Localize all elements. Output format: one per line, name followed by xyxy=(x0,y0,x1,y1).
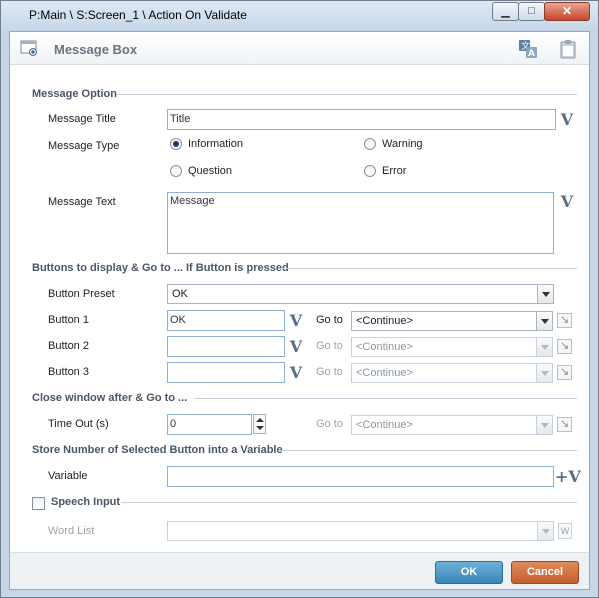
radio-question[interactable] xyxy=(170,165,182,177)
translate-icon[interactable]: 文 A xyxy=(518,39,538,59)
variable-input[interactable] xyxy=(167,466,554,487)
word-list-edit-button[interactable]: W xyxy=(558,523,572,539)
button-1-goto-select[interactable]: <Continue> xyxy=(351,311,553,331)
section-close-window: Close window after & Go to ... xyxy=(32,392,577,406)
section-buttons: Buttons to display & Go to ... If Button… xyxy=(32,262,577,276)
title-variable-button[interactable]: V xyxy=(558,111,576,129)
button-1-goto-value: <Continue> xyxy=(356,315,413,327)
timeout-spinner[interactable] xyxy=(253,414,266,434)
button-preset-value: OK xyxy=(172,288,188,300)
variable-label: Variable xyxy=(48,470,88,482)
ok-button[interactable]: OK xyxy=(435,561,503,584)
dialog-footer: OK Cancel xyxy=(10,552,589,589)
timeout-label: Time Out (s) xyxy=(48,418,109,430)
message-type-label: Message Type xyxy=(48,140,120,152)
timeout-jump-icon[interactable] xyxy=(557,417,572,432)
divider xyxy=(194,398,577,399)
button-3-jump-icon[interactable] xyxy=(557,365,572,380)
close-button[interactable]: ✕ xyxy=(544,2,590,21)
timeout-goto-select[interactable]: <Continue> xyxy=(351,415,553,435)
section-label: Speech Input xyxy=(51,496,121,508)
section-label: Store Number of Selected Button into a V… xyxy=(32,444,283,456)
button-1-input[interactable]: OK xyxy=(167,310,285,331)
radio-information-label: Information xyxy=(188,138,244,150)
button-3-goto-label: Go to xyxy=(316,366,343,378)
chevron-down-icon[interactable] xyxy=(537,522,553,540)
chevron-down-icon[interactable] xyxy=(536,364,552,382)
timeout-goto-value: <Continue> xyxy=(356,419,413,431)
section-message-option: Message Option xyxy=(32,88,577,102)
chevron-down-icon[interactable] xyxy=(536,338,552,356)
button-2-variable-button[interactable]: V xyxy=(287,338,305,356)
dialog-header: Message Box 文 A xyxy=(10,32,589,65)
word-list-label: Word List xyxy=(48,525,95,537)
button-preset-label: Button Preset xyxy=(48,288,115,300)
svg-text:A: A xyxy=(528,49,535,59)
section-label: Buttons to display & Go to ... If Button… xyxy=(32,262,289,274)
divider xyxy=(278,268,577,269)
divider xyxy=(118,94,577,95)
radio-information[interactable] xyxy=(170,138,182,150)
dialog-title: Message Box xyxy=(54,42,138,57)
divider xyxy=(121,502,577,503)
close-icon: ✕ xyxy=(561,4,573,18)
minimize-icon: ▁ xyxy=(501,6,510,18)
section-label: Close window after & Go to ... xyxy=(32,392,188,404)
add-variable-button[interactable]: +V xyxy=(555,468,581,486)
button-3-goto-select[interactable]: <Continue> xyxy=(351,363,553,383)
button-2-goto-select[interactable]: <Continue> xyxy=(351,337,553,357)
speech-input-checkbox[interactable] xyxy=(32,497,45,510)
message-box-icon xyxy=(20,40,37,56)
radio-error[interactable] xyxy=(364,165,376,177)
dialog-body: Message Box 文 A Message Option Message T… xyxy=(9,31,590,590)
button-2-jump-icon[interactable] xyxy=(557,339,572,354)
clipboard-icon[interactable] xyxy=(558,39,578,59)
word-list-select[interactable] xyxy=(167,521,554,541)
radio-question-label: Question xyxy=(188,165,233,177)
message-variable-button[interactable]: V xyxy=(558,193,576,211)
chevron-down-icon[interactable] xyxy=(536,312,552,330)
button-2-label: Button 2 xyxy=(48,340,89,352)
button-1-variable-button[interactable]: V xyxy=(287,312,305,330)
section-label: Message Option xyxy=(32,88,117,100)
section-speech-input: Speech Input xyxy=(51,496,577,510)
button-1-jump-icon[interactable] xyxy=(557,313,572,328)
button-preset-select[interactable]: OK xyxy=(167,284,554,304)
radio-warning[interactable] xyxy=(364,138,376,150)
section-store-variable: Store Number of Selected Button into a V… xyxy=(32,444,577,458)
message-text-label: Message Text xyxy=(48,196,116,208)
title-bar[interactable]: P:Main \ S:Screen_1 \ Action On Validate… xyxy=(1,1,598,31)
divider xyxy=(278,450,577,451)
window-title: P:Main \ S:Screen_1 \ Action On Validate xyxy=(29,8,247,22)
dialog-window: P:Main \ S:Screen_1 \ Action On Validate… xyxy=(0,0,599,598)
cancel-button[interactable]: Cancel xyxy=(511,561,579,584)
chevron-down-icon[interactable] xyxy=(536,416,552,434)
button-2-input[interactable] xyxy=(167,336,285,357)
spinner-down-icon[interactable] xyxy=(256,426,264,430)
radio-error-label: Error xyxy=(382,165,407,177)
message-title-input[interactable]: Title xyxy=(167,109,556,130)
timeout-goto-label: Go to xyxy=(316,418,343,430)
button-3-variable-button[interactable]: V xyxy=(287,364,305,382)
button-3-input[interactable] xyxy=(167,362,285,383)
button-1-goto-label: Go to xyxy=(316,314,343,326)
button-3-goto-value: <Continue> xyxy=(356,367,413,379)
button-2-goto-value: <Continue> xyxy=(356,341,413,353)
timeout-input[interactable]: 0 xyxy=(167,414,252,435)
message-title-label: Message Title xyxy=(48,113,116,125)
minimize-button[interactable]: ▁ xyxy=(492,2,519,21)
chevron-down-icon[interactable] xyxy=(537,285,553,303)
maximize-button[interactable]: □ xyxy=(518,2,545,21)
radio-warning-label: Warning xyxy=(382,138,423,150)
button-1-label: Button 1 xyxy=(48,314,89,326)
spinner-up-icon[interactable] xyxy=(256,418,264,422)
message-text-input[interactable]: Message xyxy=(167,192,554,254)
button-2-goto-label: Go to xyxy=(316,340,343,352)
maximize-icon: □ xyxy=(528,5,535,17)
button-3-label: Button 3 xyxy=(48,366,89,378)
